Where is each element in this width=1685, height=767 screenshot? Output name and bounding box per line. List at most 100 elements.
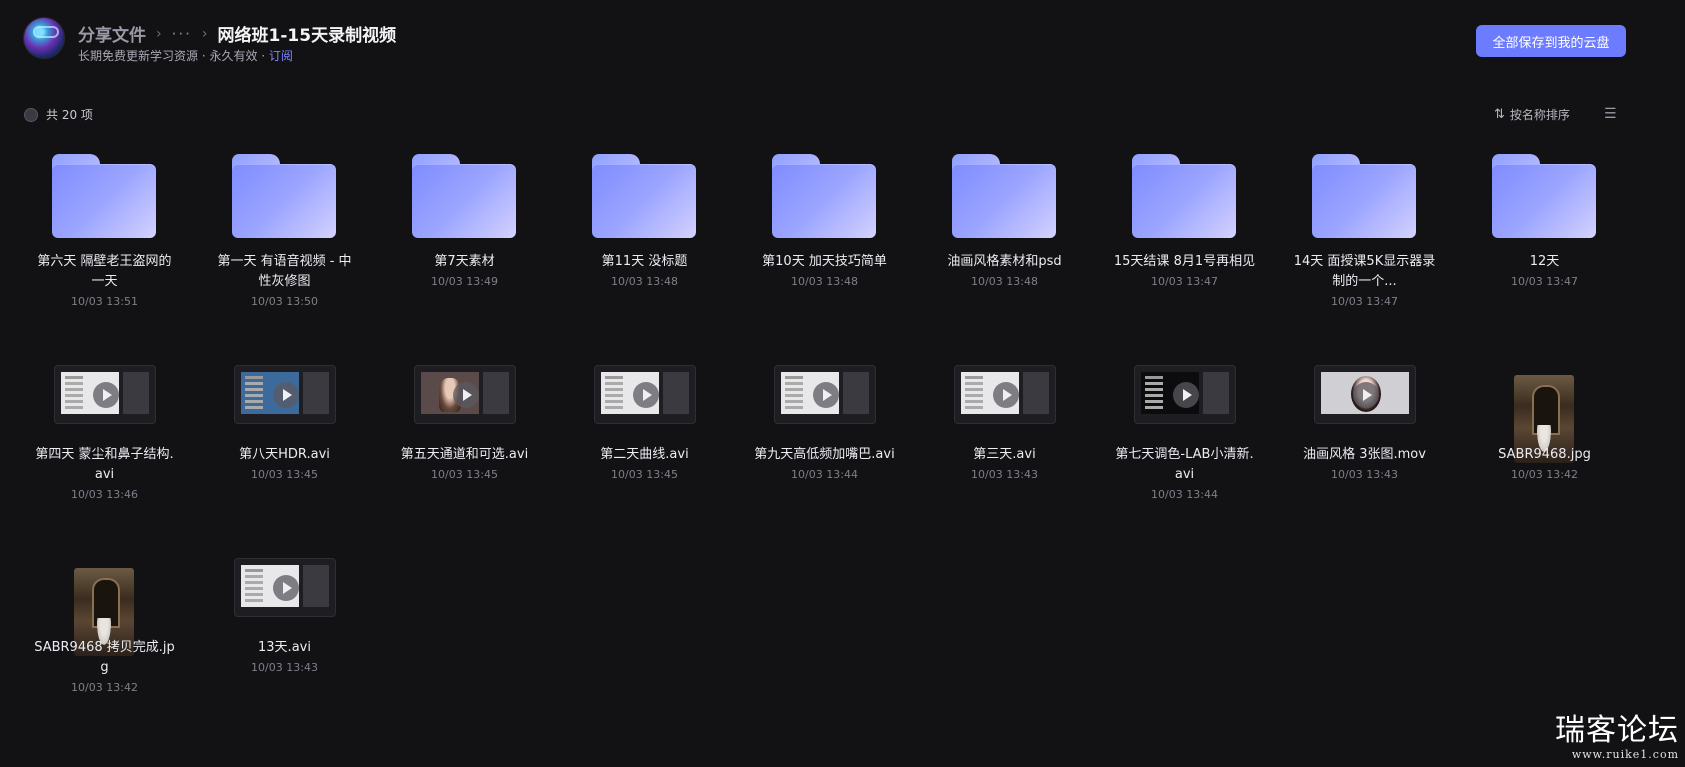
item-name: 第八天HDR.avi 10/03 13:45 xyxy=(212,445,357,483)
thumbnail xyxy=(752,150,897,245)
file-item[interactable]: 第八天HDR.avi 10/03 13:45 xyxy=(212,343,357,543)
item-name-text: 第三天.avi xyxy=(973,447,1036,462)
file-item[interactable]: 第九天高低频加嘴巴.avi 10/03 13:44 xyxy=(752,343,897,543)
item-name: 油画风格 3张图.mov 10/03 13:43 xyxy=(1292,445,1437,483)
play-icon xyxy=(633,382,659,408)
file-item[interactable]: SABR9468.jpg 10/03 13:42 xyxy=(1472,343,1617,543)
list-view-icon[interactable]: ☰ xyxy=(1604,106,1617,122)
item-name: 15天结课 8月1号再相见 10/03 13:47 xyxy=(1112,252,1257,290)
screen-panel xyxy=(303,372,329,414)
play-icon xyxy=(813,382,839,408)
video-thumbnail xyxy=(594,365,696,424)
item-name: 14天 面授课5K显示器录制的一个... 10/03 13:47 xyxy=(1292,252,1437,310)
folder-item[interactable]: 第10天 加天技巧简单 10/03 13:48 xyxy=(752,150,897,350)
item-date: 10/03 13:45 xyxy=(431,468,498,481)
file-item[interactable]: 油画风格 3张图.mov 10/03 13:43 xyxy=(1292,343,1437,543)
folder-item[interactable]: 14天 面授课5K显示器录制的一个... 10/03 13:47 xyxy=(1292,150,1437,350)
folder-item[interactable]: 第六天 隔壁老王盗网的一天 10/03 13:51 xyxy=(32,150,177,350)
play-icon xyxy=(273,575,299,601)
item-name: 第六天 隔壁老王盗网的一天 10/03 13:51 xyxy=(32,252,177,310)
chevron-right-icon: › xyxy=(156,25,162,42)
file-item[interactable]: 第五天通道和可选.avi 10/03 13:45 xyxy=(392,343,537,543)
item-name: 第10天 加天技巧简单 10/03 13:48 xyxy=(752,252,897,290)
item-name: 第五天通道和可选.avi 10/03 13:45 xyxy=(392,445,537,483)
thumbnail xyxy=(212,536,357,631)
item-name-text: SABR9468 拷贝完成.jpg xyxy=(34,640,175,675)
item-name-text: 第一天 有语音视频 - 中性灰修图 xyxy=(217,254,352,289)
folder-body xyxy=(412,164,516,238)
file-item[interactable]: 第三天.avi 10/03 13:43 xyxy=(932,343,1077,543)
chevron-right-icon: › xyxy=(201,25,208,42)
folder-item[interactable]: 第一天 有语音视频 - 中性灰修图 10/03 13:50 xyxy=(212,150,357,350)
file-item[interactable]: 第七天调色-LAB小清新.avi 10/03 13:44 xyxy=(1112,343,1257,543)
screen-panel xyxy=(303,565,329,607)
item-name-text: 12天 xyxy=(1529,254,1560,269)
item-date: 10/03 13:43 xyxy=(1331,468,1398,481)
item-date: 10/03 13:44 xyxy=(791,468,858,481)
item-date: 10/03 13:44 xyxy=(1151,488,1218,501)
item-name-text: 第二天曲线.avi xyxy=(600,447,689,462)
breadcrumb-more[interactable]: ··· xyxy=(172,25,192,43)
item-date: 10/03 13:47 xyxy=(1151,275,1218,288)
screen-panel xyxy=(1023,372,1049,414)
folder-item[interactable]: 第11天 没标题 10/03 13:48 xyxy=(572,150,717,350)
thumbnail xyxy=(392,150,537,245)
folder-item[interactable]: 12天 10/03 13:47 xyxy=(1472,150,1617,350)
video-thumbnail xyxy=(234,365,336,424)
avatar[interactable] xyxy=(24,18,64,58)
folder-item[interactable]: 15天结课 8月1号再相见 10/03 13:47 xyxy=(1112,150,1257,350)
save-all-button[interactable]: 全部保存到我的云盘 xyxy=(1476,25,1626,57)
item-date: 10/03 13:48 xyxy=(971,275,1038,288)
item-name: 第九天高低频加嘴巴.avi 10/03 13:44 xyxy=(752,445,897,483)
folder-icon xyxy=(52,154,156,238)
folder-body xyxy=(1312,164,1416,238)
file-item[interactable]: 13天.avi 10/03 13:43 xyxy=(212,536,357,736)
sort-label: 按名称排序 xyxy=(1509,108,1570,122)
play-icon xyxy=(93,382,119,408)
file-item[interactable]: 第二天曲线.avi 10/03 13:45 xyxy=(572,343,717,543)
item-name-text: 第7天素材 xyxy=(434,254,495,269)
watermark: 瑞客论坛 www.ruike1.com xyxy=(1555,714,1679,762)
folder-item[interactable]: 第7天素材 10/03 13:49 xyxy=(392,150,537,350)
item-date: 10/03 13:49 xyxy=(431,275,498,288)
toolbar: 共 20 项 ⇅ 按名称排序 ☰ xyxy=(24,106,1622,126)
sort-button[interactable]: ⇅ 按名称排序 xyxy=(1494,106,1570,123)
file-item[interactable]: 第四天 蒙尘和鼻子结构.avi 10/03 13:46 xyxy=(32,343,177,543)
page-title: 网络班1-15天录制视频 xyxy=(217,26,397,46)
play-icon xyxy=(1353,382,1379,408)
item-name-text: 13天.avi xyxy=(258,640,311,655)
folder-icon xyxy=(952,154,1056,238)
item-name: 第二天曲线.avi 10/03 13:45 xyxy=(572,445,717,483)
select-all-checkbox[interactable] xyxy=(24,107,38,122)
item-name: 13天.avi 10/03 13:43 xyxy=(212,638,357,676)
item-name-text: 第10天 加天技巧简单 xyxy=(762,254,887,269)
breadcrumb-root[interactable]: 分享文件 xyxy=(78,21,146,46)
share-header: 分享文件 › ··· › 网络班1-15天录制视频 长期免费更新学习资源 · 永… xyxy=(24,18,1685,78)
item-date: 10/03 13:45 xyxy=(251,468,318,481)
file-item[interactable]: SABR9468 拷贝完成.jpg 10/03 13:42 xyxy=(32,536,177,736)
folder-body xyxy=(1492,164,1596,238)
thumbnail xyxy=(392,343,537,438)
thumbnail xyxy=(1292,150,1437,245)
video-thumbnail xyxy=(774,365,876,424)
thumbnail xyxy=(932,150,1077,245)
subscribe-link[interactable]: 订阅 xyxy=(269,49,293,63)
thumbnail xyxy=(1472,343,1617,463)
select-all[interactable]: 共 20 项 xyxy=(24,106,93,123)
folder-body xyxy=(592,164,696,238)
sort-icon: ⇅ xyxy=(1494,107,1505,122)
video-thumbnail xyxy=(234,558,336,617)
item-name: 第三天.avi 10/03 13:43 xyxy=(932,445,1077,483)
item-name: 12天 10/03 13:47 xyxy=(1472,252,1617,290)
thumbnail xyxy=(1472,150,1617,245)
thumbnail xyxy=(572,150,717,245)
thumbnail xyxy=(572,343,717,438)
item-name-text: 第六天 隔壁老王盗网的一天 xyxy=(37,254,172,289)
thumbnail xyxy=(1112,150,1257,245)
item-date: 10/03 13:46 xyxy=(71,488,138,501)
folder-icon xyxy=(412,154,516,238)
share-subtitle: 长期免费更新学习资源 · 永久有效 · 订阅 xyxy=(78,47,293,64)
folder-item[interactable]: 油画风格素材和psd 10/03 13:48 xyxy=(932,150,1077,350)
item-name: 油画风格素材和psd 10/03 13:48 xyxy=(932,252,1077,290)
item-name: 第11天 没标题 10/03 13:48 xyxy=(572,252,717,290)
